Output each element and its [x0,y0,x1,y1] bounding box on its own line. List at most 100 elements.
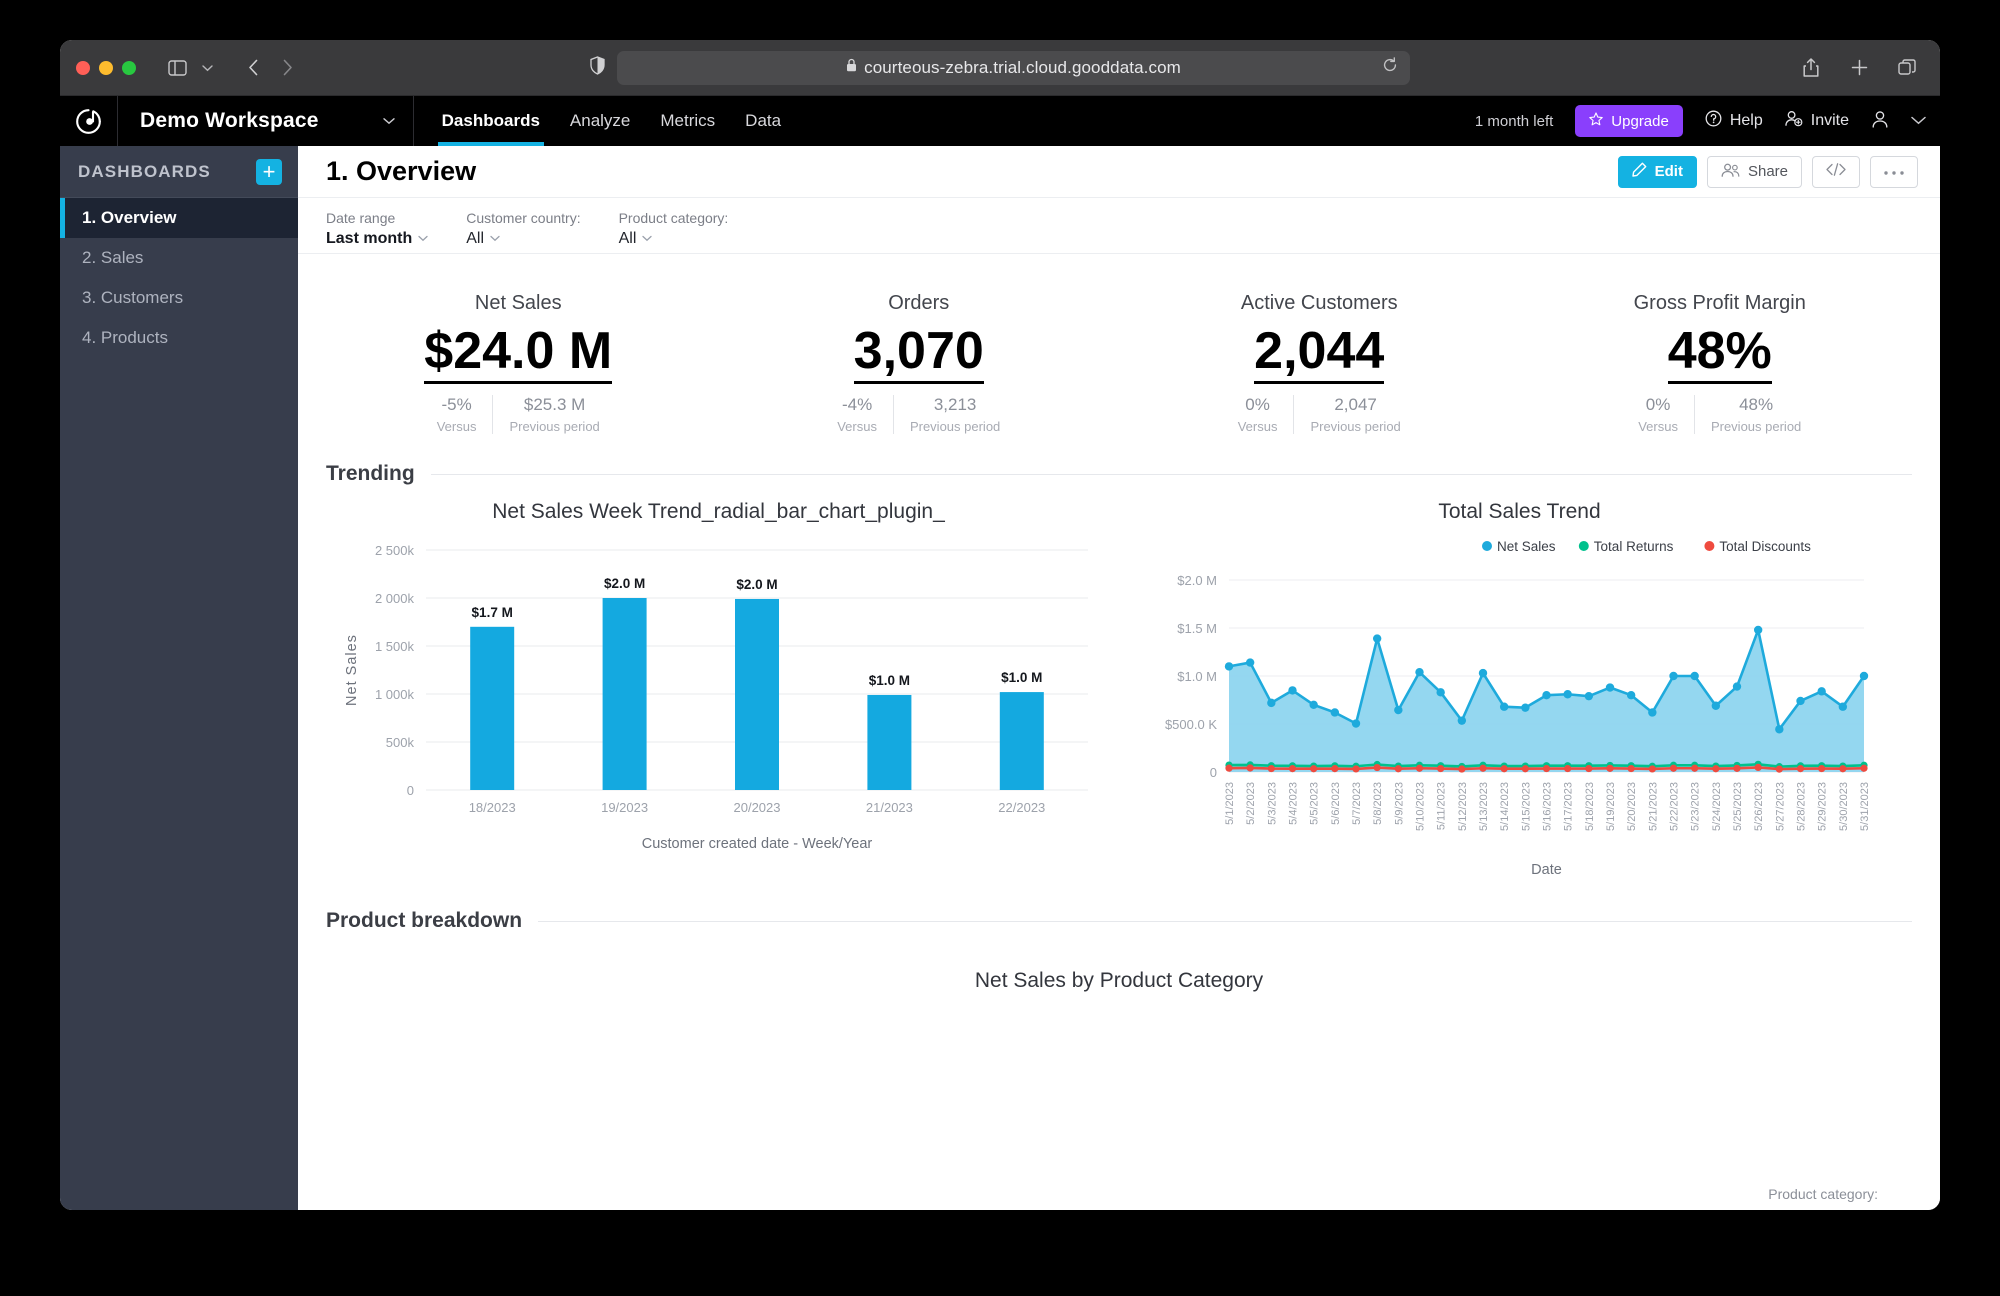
svg-text:$1.0 M: $1.0 M [1177,669,1217,684]
share-icon[interactable] [1796,55,1826,81]
kpi-title: Active Customers [1240,292,1398,314]
kpi-value: 48% [1667,323,1772,385]
upgrade-button[interactable]: Upgrade [1575,105,1683,137]
chart-net-sales-week-trend[interactable]: Net Sales Week Trend_radial_bar_chart_pl… [318,500,1119,887]
chevron-left-icon[interactable] [238,55,268,81]
sidebar-item-customers[interactable]: 3. Customers [60,278,298,318]
svg-text:5/17/2023: 5/17/2023 [1563,782,1575,831]
tab-metrics[interactable]: Metrics [660,96,715,146]
svg-text:5/31/2023: 5/31/2023 [1859,782,1871,831]
chart-total-sales-trend[interactable]: Total Sales Trend Net Sales Total Returns… [1119,500,1920,887]
svg-text:5/3/2023: 5/3/2023 [1266,782,1278,825]
svg-text:Net Sales: Net Sales [344,634,360,706]
filter-customer-country[interactable]: Customer country: All [466,210,580,249]
kpi-gross-profit-margin[interactable]: Gross Profit Margin 48% 0% Versus 48% Pr… [1520,292,1921,435]
people-icon [1721,163,1740,181]
filter-value[interactable]: All [466,229,580,249]
svg-text:5/15/2023: 5/15/2023 [1520,782,1532,831]
svg-text:5/28/2023: 5/28/2023 [1796,782,1808,831]
section-trending: Trending [298,462,1940,486]
edit-button[interactable]: Edit [1617,155,1697,188]
sidebar-item-sales[interactable]: 2. Sales [60,238,298,278]
trial-status: 1 month left [1474,112,1554,130]
question-circle-icon [1705,110,1722,132]
chevron-down-icon[interactable] [1911,112,1926,130]
chevron-down-icon [418,229,428,249]
reload-icon[interactable] [1382,57,1398,78]
kpi-change-value: -4% [841,395,873,415]
filter-date-range[interactable]: Date range Last month [326,210,428,249]
ellipsis-icon [1883,163,1905,180]
kpi-active-customers[interactable]: Active Customers 2,044 0% Versus 2,047 P… [1119,292,1520,435]
kpi-title: Net Sales [474,292,562,314]
product-category-filter-label[interactable]: Product category: [1768,1186,1878,1202]
help-button[interactable]: Help [1705,110,1763,132]
filter-value[interactable]: All [619,229,729,249]
shield-icon[interactable] [590,55,605,80]
svg-text:5/24/2023: 5/24/2023 [1711,782,1723,831]
url-input[interactable]: courteous-zebra.trial.cloud.gooddata.com [617,50,1410,85]
tabs-icon[interactable] [1892,55,1922,81]
svg-text:21/2023: 21/2023 [866,800,913,815]
kpi-comparison: -5% Versus $25.3 M Previous period [318,395,719,435]
tab-data[interactable]: Data [745,96,781,146]
svg-text:5/13/2023: 5/13/2023 [1478,782,1490,831]
app-header-right: 1 month left Upgrade Help Invite [1475,105,1926,137]
section-title: Trending [326,462,415,486]
kpi-previous: $25.3 M Previous period [492,395,615,435]
dashboard-actions: Edit Share [1617,155,1918,188]
chevron-down-icon[interactable] [192,55,222,81]
kpi-net-sales[interactable]: Net Sales $24.0 M -5% Versus $25.3 M Pre… [318,292,719,435]
kpi-value: $24.0 M [424,323,613,385]
maximize-window-button[interactable] [122,60,136,75]
svg-text:$1.5 M: $1.5 M [1177,621,1217,636]
plus-icon[interactable] [1844,55,1874,81]
gooddata-logo-icon[interactable] [60,96,118,146]
svg-text:$500.0 K: $500.0 K [1165,717,1217,732]
sidebar-item-products[interactable]: 4. Products [60,318,298,358]
kpi-previous: 48% Previous period [1693,395,1817,435]
svg-text:5/16/2023: 5/16/2023 [1542,782,1554,831]
kpi-previous-value: 3,213 [933,395,977,415]
svg-text:5/7/2023: 5/7/2023 [1351,782,1363,825]
kpi-previous: 2,047 Previous period [1293,395,1416,435]
tab-dashboards[interactable]: Dashboards [437,96,545,146]
svg-text:5/11/2023: 5/11/2023 [1436,782,1448,830]
close-window-button[interactable] [76,60,90,75]
workspace-selector[interactable]: Demo Workspace [118,96,414,146]
star-icon [1589,112,1604,130]
svg-text:$1.0 M: $1.0 M [869,673,910,688]
add-dashboard-button[interactable]: + [256,158,282,185]
sidebar-icon[interactable] [162,55,192,81]
chevron-right-icon[interactable] [272,55,302,81]
svg-text:Total Discounts: Total Discounts [1719,539,1811,554]
divider [430,473,1912,475]
browser-chrome: courteous-zebra.trial.cloud.gooddata.com [60,40,1940,96]
kpi-orders[interactable]: Orders 3,070 -4% Versus 3,213 Previous p… [719,292,1120,435]
filter-value[interactable]: Last month [326,229,428,249]
filter-product-category[interactable]: Product category: All [619,210,729,249]
kpi-value: 3,070 [853,323,984,385]
svg-text:Date: Date [1531,862,1562,878]
more-options-button[interactable] [1870,155,1918,188]
svg-text:19/2023: 19/2023 [601,800,648,815]
user-icon[interactable] [1871,110,1889,133]
kpi-comparison: 0% Versus 48% Previous period [1520,395,1921,435]
svg-text:Net Sales: Net Sales [1497,539,1556,554]
svg-text:$2.0 M: $2.0 M [736,577,777,592]
tab-analyze[interactable]: Analyze [570,96,630,146]
svg-text:0: 0 [407,783,414,798]
kpi-row: Net Sales $24.0 M -5% Versus $25.3 M Pre… [298,254,1940,448]
svg-text:5/14/2023: 5/14/2023 [1499,782,1511,831]
sidebar-item-overview[interactable]: 1. Overview [60,198,298,238]
embed-code-button[interactable] [1812,155,1860,188]
svg-text:22/2023: 22/2023 [998,800,1045,815]
minimize-window-button[interactable] [99,60,113,75]
svg-text:500k: 500k [386,735,415,750]
svg-text:5/21/2023: 5/21/2023 [1647,782,1659,831]
invite-button[interactable]: Invite [1785,110,1849,132]
kpi-change-value: 0% [1645,395,1671,415]
chevron-down-icon [490,229,500,249]
share-button[interactable]: Share [1706,155,1802,188]
svg-text:5/12/2023: 5/12/2023 [1457,782,1469,831]
